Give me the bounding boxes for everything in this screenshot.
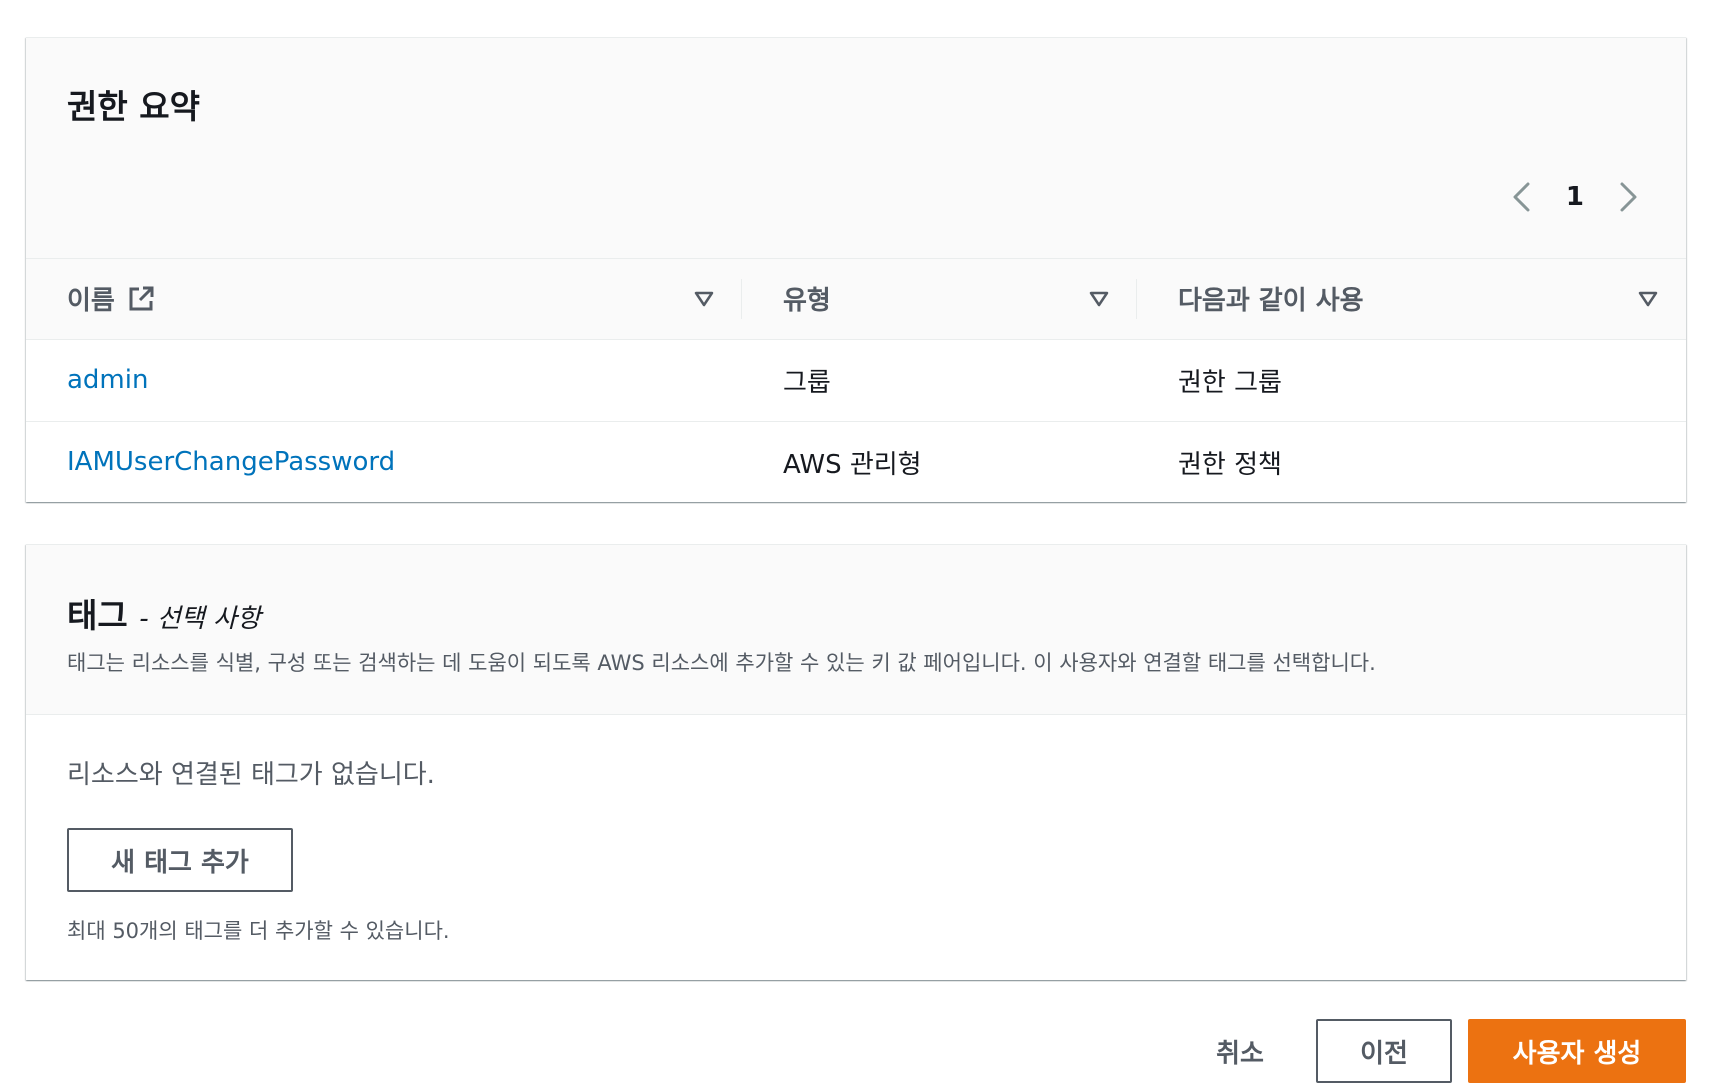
permission-name-link[interactable]: admin bbox=[67, 365, 148, 395]
column-header-label: 이름 bbox=[67, 286, 115, 317]
sort-caret-icon[interactable] bbox=[1638, 291, 1658, 307]
tags-panel-header: 태그 - 선택 사항 태그는 리소스를 식별, 구성 또는 검색하는 데 도움이… bbox=[26, 545, 1686, 715]
tags-title-optional: - 선택 사항 bbox=[139, 604, 261, 634]
page-number[interactable]: 1 bbox=[1566, 182, 1584, 212]
column-header-label: 유형 bbox=[783, 286, 831, 317]
tags-empty-message: 리소스와 연결된 태그가 없습니다. bbox=[67, 760, 435, 790]
table-row: IAMUserChangePassword AWS 관리형 권한 정책 bbox=[26, 421, 1686, 503]
permission-name-link[interactable]: IAMUserChangePassword bbox=[67, 447, 395, 477]
cell-name: IAMUserChangePassword bbox=[26, 421, 742, 503]
table-row: admin 그룹 권한 그룹 bbox=[26, 339, 1686, 421]
chevron-left-icon[interactable] bbox=[1508, 178, 1536, 216]
cell-used-as: 권한 그룹 bbox=[1178, 367, 1282, 398]
cell-type: AWS 관리형 bbox=[783, 449, 922, 480]
tags-description: 태그는 리소스를 식별, 구성 또는 검색하는 데 도움이 되도록 AWS 리소… bbox=[67, 651, 1376, 675]
tags-panel: 태그 - 선택 사항 태그는 리소스를 식별, 구성 또는 검색하는 데 도움이… bbox=[26, 544, 1686, 980]
column-header-label: 다음과 같이 사용 bbox=[1178, 286, 1364, 317]
tags-title-text: 태그 bbox=[67, 596, 128, 635]
create-user-button[interactable]: 사용자 생성 bbox=[1468, 1019, 1686, 1083]
table-header-row: 이름 유형 다음과 같이 사용 bbox=[26, 259, 1686, 339]
external-link-icon bbox=[129, 286, 154, 311]
column-header-used-as[interactable]: 다음과 같이 사용 bbox=[1137, 259, 1686, 339]
cell-type: 그룹 bbox=[783, 367, 831, 398]
sort-caret-icon[interactable] bbox=[1089, 291, 1109, 307]
cancel-button[interactable]: 취소 bbox=[1180, 1019, 1300, 1083]
footer-actions: 취소 이전 사용자 생성 bbox=[1180, 1019, 1686, 1083]
previous-button[interactable]: 이전 bbox=[1316, 1019, 1452, 1083]
permissions-title: 권한 요약 bbox=[67, 87, 200, 126]
tags-title: 태그 - 선택 사항 bbox=[67, 589, 261, 637]
add-tag-button[interactable]: 새 태그 추가 bbox=[67, 828, 293, 892]
column-header-name[interactable]: 이름 bbox=[26, 259, 742, 339]
tags-limit-hint: 최대 50개의 태그를 더 추가할 수 있습니다. bbox=[67, 919, 450, 943]
column-header-type[interactable]: 유형 bbox=[742, 259, 1137, 339]
cell-used-as: 권한 정책 bbox=[1178, 449, 1282, 480]
permissions-panel-header: 권한 요약 1 bbox=[26, 38, 1686, 259]
cell-name: admin bbox=[26, 339, 742, 421]
permissions-summary-panel: 권한 요약 1 이름 유형 다음과 같이 사용 admin 그룹 권한 그룹 I… bbox=[26, 37, 1686, 502]
sort-caret-icon[interactable] bbox=[694, 291, 714, 307]
pagination: 1 bbox=[1508, 178, 1642, 216]
chevron-right-icon[interactable] bbox=[1614, 178, 1642, 216]
permissions-table: 이름 유형 다음과 같이 사용 admin 그룹 권한 그룹 IAMUserCh… bbox=[26, 259, 1686, 503]
